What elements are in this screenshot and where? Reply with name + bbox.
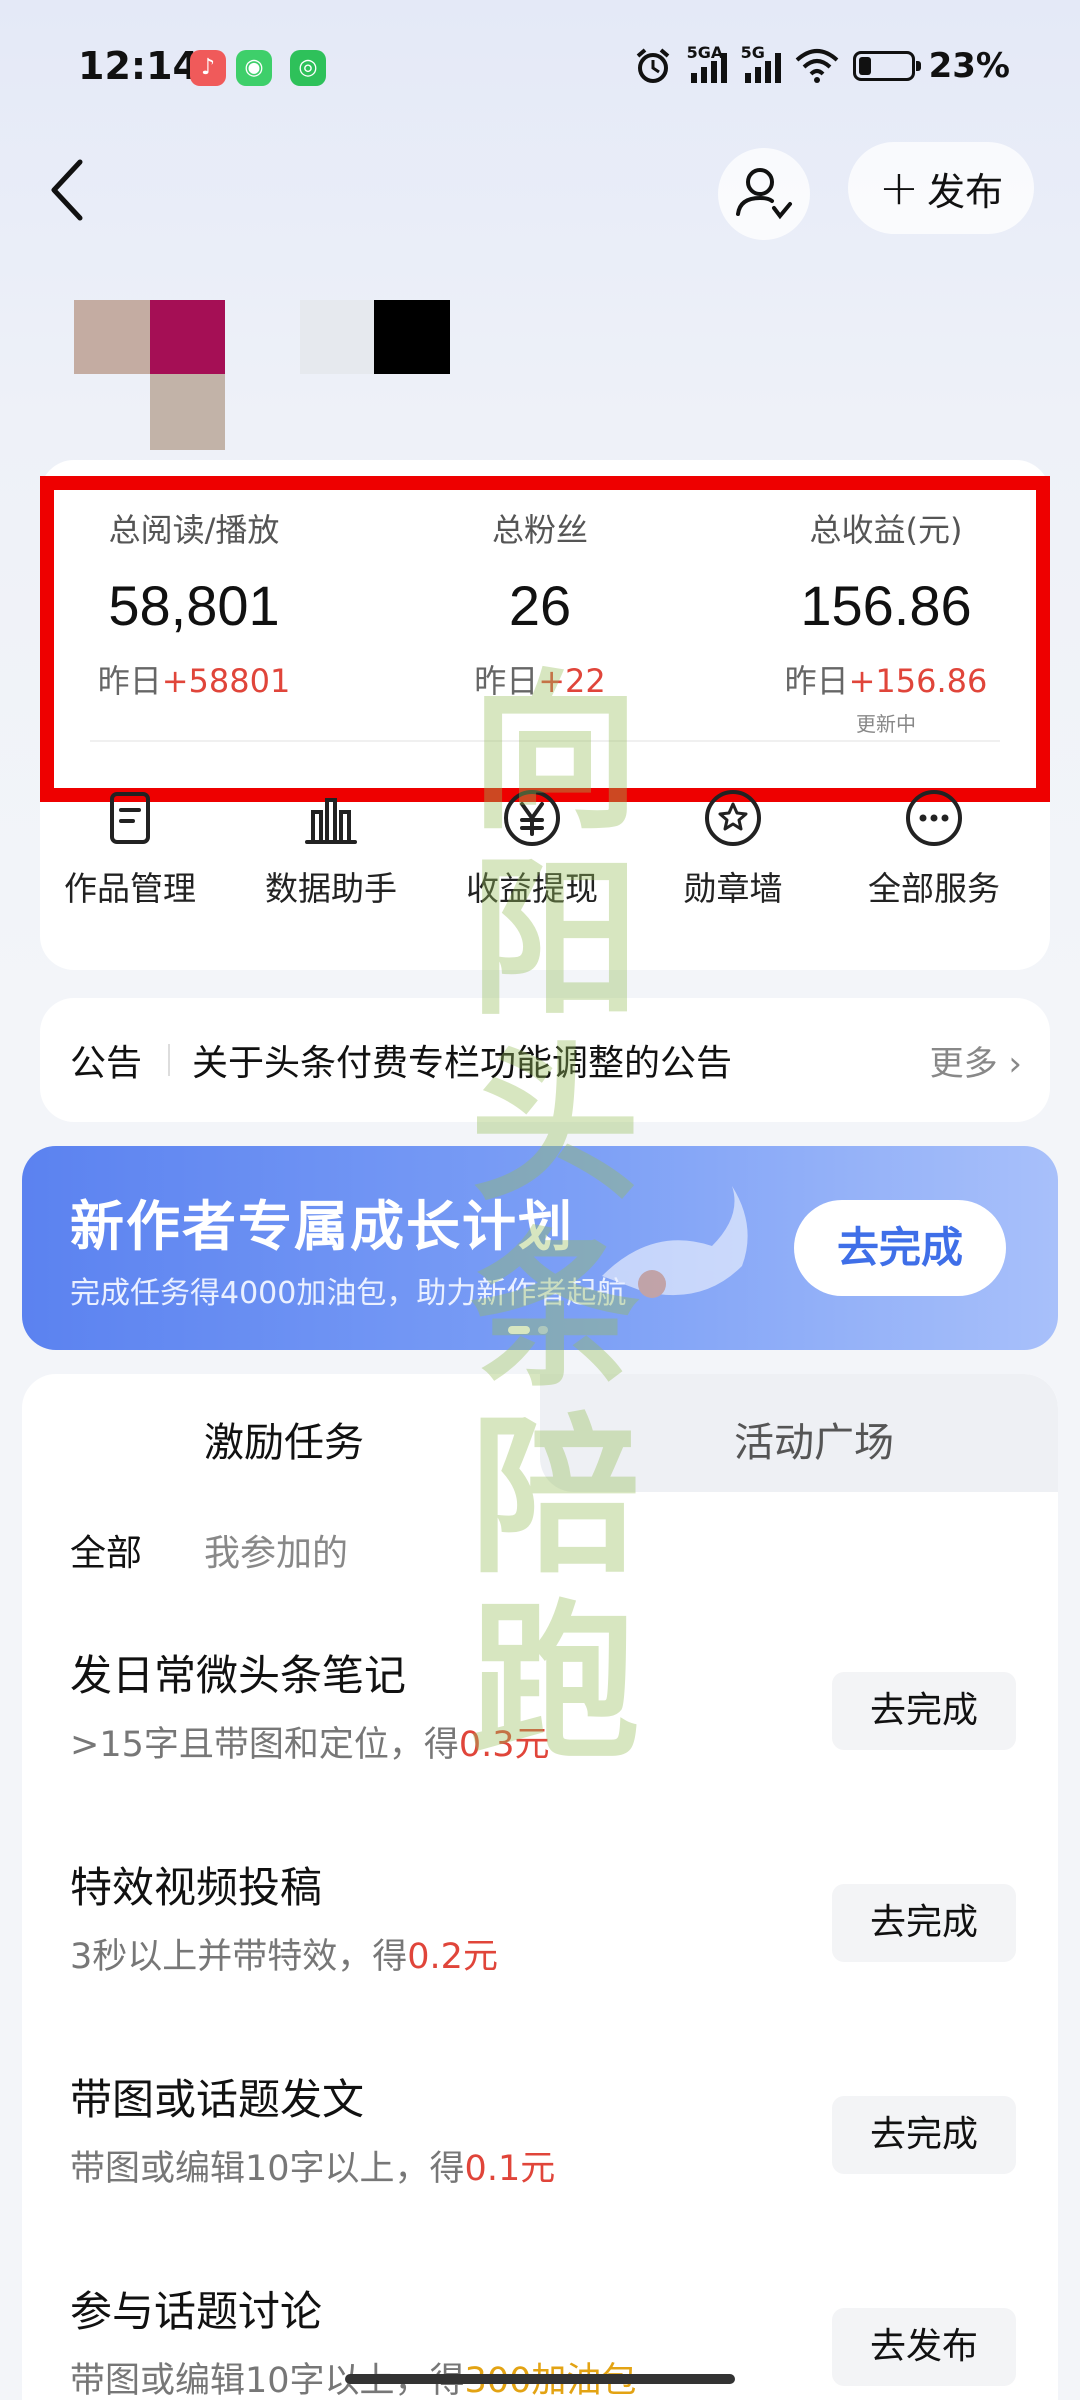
growth-plan-banner[interactable]: 新作者专属成长计划 完成任务得4000加油包，助力新作者起航 去完成 [22, 1146, 1058, 1350]
creator-center-page: 12:14 ♪ ◉ ◎ 5GA 5G 23% + 发布 总阅读/播放 58,80… [0, 0, 1080, 2400]
wechat-icon: ◎ [290, 50, 326, 86]
status-bar: 12:14 ♪ ◉ ◎ 5GA 5G 23% [0, 0, 1080, 140]
task-card: 激励任务 活动广场 全部 我参加的 发日常微头条笔记 >15字且带图和定位，得0… [22, 1374, 1058, 2400]
task-complete-button[interactable]: 去完成 [832, 1672, 1016, 1750]
document-icon [110, 792, 150, 844]
task-complete-button[interactable]: 去完成 [832, 1884, 1016, 1962]
follow-user-button[interactable] [718, 148, 810, 240]
notice-text: 关于头条付费专栏功能调整的公告 [192, 1043, 733, 1084]
service-data-assistant[interactable]: 数据助手 [231, 790, 431, 910]
publish-label: 发布 [927, 169, 1004, 214]
chevron-right-icon: › [1008, 1044, 1022, 1084]
status-right: 5GA 5G 23% [633, 43, 1010, 88]
publish-button[interactable]: + 发布 [848, 142, 1034, 234]
bar-chart-icon [305, 798, 357, 844]
task-title: 参与话题讨论 [70, 2287, 323, 2336]
more-icon [906, 790, 962, 846]
badge-icon [705, 790, 761, 846]
task-title: 发日常微头条笔记 [70, 1651, 407, 1700]
filter-all[interactable]: 全部 [70, 1524, 142, 1576]
plus-icon: + [878, 160, 920, 216]
service-shortcuts: 作品管理 数据助手 收益提现 勋章墙 全部服务 [40, 790, 1050, 950]
battery-percent: 23% [928, 46, 1010, 86]
task-desc: >15字且带图和定位，得0.3元 [70, 1725, 550, 1765]
chat-app-icon: ◉ [236, 50, 272, 86]
service-badge-wall[interactable]: 勋章墙 [633, 790, 833, 910]
tab-activity-square[interactable]: 活动广场 [734, 1410, 894, 1468]
notice-separator [168, 1044, 170, 1076]
service-label: 收益提现 [466, 869, 598, 908]
highlight-box [40, 476, 1050, 802]
alarm-icon [636, 48, 669, 83]
wifi-icon [795, 49, 838, 83]
yuan-icon [504, 790, 560, 846]
tab-incentive-tasks[interactable]: 激励任务 [204, 1410, 364, 1468]
task-item: 发日常微头条笔记 >15字且带图和定位，得0.3元 去完成 [22, 1642, 1058, 1822]
task-title: 特效视频投稿 [70, 1863, 323, 1912]
service-label: 全部服务 [868, 869, 1000, 908]
service-label: 勋章墙 [683, 869, 783, 908]
home-indicator[interactable] [345, 2374, 735, 2384]
task-desc: 3秒以上并带特效，得0.2元 [70, 1937, 498, 1977]
status-time: 12:14 [78, 44, 199, 88]
service-all-services[interactable]: 全部服务 [834, 790, 1034, 910]
banner-title: 新作者专属成长计划 [70, 1195, 574, 1258]
service-withdraw-earnings[interactable]: 收益提现 [432, 790, 632, 910]
task-title: 带图或话题发文 [70, 2075, 365, 2124]
battery-icon [852, 51, 921, 81]
banner-subtitle: 完成任务得4000加油包，助力新作者起航 [70, 1276, 627, 1311]
music-app-icon: ♪ [190, 50, 226, 86]
task-complete-button[interactable]: 去完成 [832, 2096, 1016, 2174]
signal-5ga-icon: 5GA [687, 43, 727, 83]
signal-5g-icon: 5G [741, 43, 781, 83]
notice-bar[interactable]: 公告 关于头条付费专栏功能调整的公告 更多 › [40, 998, 1050, 1122]
banner-complete-button[interactable]: 去完成 [794, 1200, 1006, 1296]
service-label: 数据助手 [265, 869, 397, 908]
notice-tag: 公告 [70, 1043, 143, 1084]
service-works-management[interactable]: 作品管理 [30, 790, 230, 910]
task-item: 带图或话题发文 带图或编辑10字以上，得0.1元 去完成 [22, 2066, 1058, 2246]
task-item: 特效视频投稿 3秒以上并带特效，得0.2元 去完成 [22, 1854, 1058, 2034]
back-button[interactable] [44, 150, 104, 230]
carousel-dots [508, 1326, 548, 1334]
task-desc: 带图或编辑10字以上，得0.1元 [70, 2149, 556, 2189]
service-label: 作品管理 [64, 869, 196, 908]
filter-joined[interactable]: 我参加的 [204, 1524, 348, 1576]
user-check-icon [736, 168, 792, 220]
task-publish-button[interactable]: 去发布 [832, 2308, 1016, 2386]
notice-more-link[interactable]: 更多 › [930, 1036, 1022, 1085]
